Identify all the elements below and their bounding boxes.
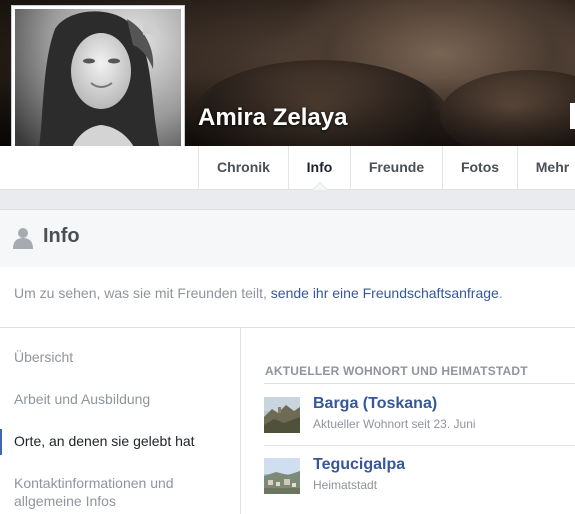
notice-suffix: . [498, 285, 503, 301]
info-content: Übersicht Arbeit und Ausbildung Orte, an… [0, 328, 575, 514]
city-image [264, 458, 300, 494]
tab-freunde[interactable]: Freunde [350, 146, 442, 189]
tab-info[interactable]: Info [288, 146, 350, 190]
section-title: Info [43, 225, 80, 247]
notice-text: Um zu sehen, was sie mit Freunden teilt, [14, 285, 271, 301]
sidebar-item-places-lived[interactable]: Orte, an denen sie gelebt hat [14, 432, 224, 450]
privacy-notice: Um zu sehen, was sie mit Freunden teilt,… [0, 267, 575, 328]
sidebar-item-overview[interactable]: Übersicht [14, 348, 224, 366]
section-heading: AKTUELLER WOHNORT UND HEIMATSTADT [265, 364, 528, 378]
place-name[interactable]: Barga (Toskana) [313, 395, 437, 413]
places-panel: AKTUELLER WOHNORT UND HEIMATSTADT Barga … [264, 328, 575, 514]
profile-nav: Chronik Info Freunde Fotos Mehr [0, 146, 575, 190]
place-detail: Heimatstadt [313, 478, 378, 492]
place-thumbnail[interactable] [264, 397, 300, 433]
person-icon [13, 228, 33, 249]
info-header: Info [0, 209, 575, 268]
friend-request-link[interactable]: sende ihr eine Freundschaftsanfrage [271, 285, 499, 301]
active-indicator [0, 429, 2, 455]
place-thumbnail[interactable] [264, 458, 300, 494]
sidebar-item-contact-info[interactable]: Kontaktinformationen und allgemeine Info… [14, 474, 224, 510]
active-tab-caret-inner [312, 183, 327, 190]
landscape-image [264, 397, 300, 433]
place-detail: Aktueller Wohnort seit 23. Juni [313, 417, 476, 431]
sidebar-item-work-education[interactable]: Arbeit und Ausbildung [14, 390, 224, 408]
tab-info-label: Info [306, 159, 333, 175]
divider [264, 383, 575, 384]
profile-name[interactable]: Amira Zelaya [198, 104, 347, 132]
info-sidebar: Übersicht Arbeit und Ausbildung Orte, an… [0, 328, 241, 514]
cover-edge-control [570, 103, 575, 129]
place-name[interactable]: Tegucigalpa [313, 456, 405, 474]
tab-mehr[interactable]: Mehr [517, 146, 575, 189]
tab-fotos[interactable]: Fotos [442, 146, 517, 189]
divider [264, 445, 575, 446]
tab-chronik[interactable]: Chronik [198, 146, 288, 189]
